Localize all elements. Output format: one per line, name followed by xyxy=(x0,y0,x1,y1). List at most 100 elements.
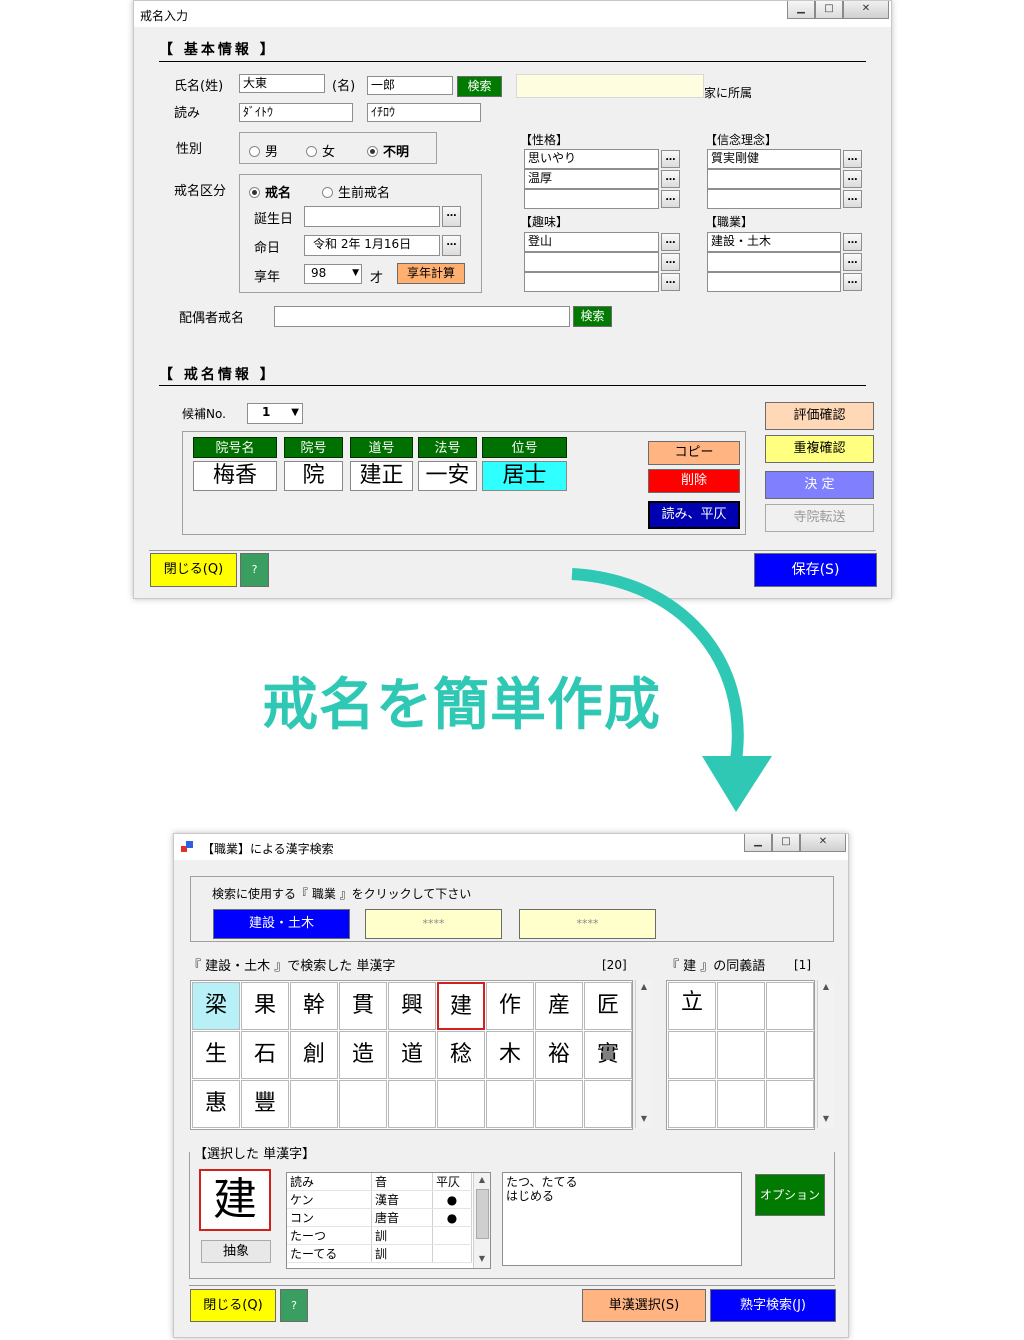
kanji-cell[interactable]: 豐 xyxy=(241,1080,289,1128)
table-row[interactable]: ケン 漢音 ● xyxy=(287,1190,472,1209)
copy-button[interactable]: コピー xyxy=(648,441,740,465)
help-button[interactable]: ? xyxy=(280,1289,308,1322)
kanji-cell[interactable] xyxy=(437,1080,485,1128)
gender-unknown-radio[interactable]: 不明 xyxy=(367,141,409,160)
seikaku-3-button[interactable]: … xyxy=(661,190,680,208)
abstract-button[interactable]: 抽象 xyxy=(201,1240,271,1263)
shinnen-field-2[interactable] xyxy=(707,169,841,189)
spouse-field[interactable] xyxy=(274,306,570,327)
birthday-field[interactable] xyxy=(304,206,440,227)
shumi-1-button[interactable]: … xyxy=(661,233,680,251)
kanji-cell[interactable]: 興 xyxy=(388,982,436,1030)
yomi-scrollbar[interactable]: ▲ ▼ xyxy=(473,1173,490,1268)
kanji-cell[interactable]: 道 xyxy=(388,1031,436,1079)
surname-yomi-field[interactable]: ﾀﾞｲﾄｳ xyxy=(239,103,353,122)
igo-value[interactable]: 居士 xyxy=(482,461,567,491)
kanji-cell[interactable] xyxy=(486,1080,534,1128)
shokugyo-2-button[interactable]: … xyxy=(843,253,862,271)
eval-button[interactable]: 評価確認 xyxy=(765,402,874,430)
seikaku-2-button[interactable]: … xyxy=(661,170,680,188)
seikaku-field-1[interactable]: 思いやり xyxy=(524,149,659,169)
minimize-icon[interactable]: ▁ xyxy=(787,1,815,19)
kanji-cell[interactable]: 石 xyxy=(241,1031,289,1079)
choice-2-button[interactable]: **** xyxy=(365,909,502,939)
single-kanji-select-button[interactable]: 単漢選択(S) xyxy=(582,1289,706,1322)
choice-1-button[interactable]: 建設・土木 xyxy=(213,909,350,939)
shinnen-3-button[interactable]: … xyxy=(843,190,862,208)
table-row[interactable]: コン 唐音 ● xyxy=(287,1208,472,1227)
kanji-cell[interactable] xyxy=(584,1080,632,1128)
kanji-cell[interactable]: 幹 xyxy=(290,982,338,1030)
synonym-cell[interactable] xyxy=(668,1031,716,1079)
seikaku-field-2[interactable]: 温厚 xyxy=(524,169,659,189)
shumi-field-2[interactable] xyxy=(524,252,659,272)
decide-button[interactable]: 決 定 xyxy=(765,471,874,499)
minimize-icon[interactable]: ▁ xyxy=(744,834,772,852)
kanji-cell[interactable]: 木 xyxy=(486,1031,534,1079)
synonym-cell[interactable] xyxy=(717,1031,765,1079)
kanji-cell[interactable]: 實 xyxy=(584,1031,632,1079)
close-icon[interactable]: ✕ xyxy=(800,834,846,852)
kanji-cell[interactable]: 果 xyxy=(241,982,289,1030)
synonym-cell[interactable] xyxy=(717,982,765,1030)
age-select[interactable]: 98 ▼ xyxy=(304,264,362,284)
shinnen-2-button[interactable]: … xyxy=(843,170,862,188)
death-date-field[interactable]: 令和 2年 1月16日 xyxy=(304,235,440,256)
given-yomi-field[interactable]: ｲﾁﾛｳ xyxy=(367,103,481,122)
synonym-cell[interactable] xyxy=(668,1080,716,1128)
shinnen-field-1[interactable]: 質実剛健 xyxy=(707,149,841,169)
scroll-down-icon[interactable]: ▼ xyxy=(820,1114,832,1126)
shokugyo-field-1[interactable]: 建設・土木 xyxy=(707,232,841,252)
close-icon[interactable]: ✕ xyxy=(843,1,889,19)
duplicate-check-button[interactable]: 重複確認 xyxy=(765,435,874,463)
synonym-scrollbar[interactable]: ▲ ▼ xyxy=(817,980,834,1128)
synonym-cell[interactable] xyxy=(766,1031,814,1079)
shokugyo-3-button[interactable]: … xyxy=(843,273,862,291)
maximize-icon[interactable]: □ xyxy=(772,834,800,852)
scroll-up-icon[interactable]: ▲ xyxy=(476,1175,488,1187)
table-row[interactable]: たーつ訓 xyxy=(287,1226,472,1245)
kanji-cell[interactable] xyxy=(388,1080,436,1128)
shumi-2-button[interactable]: … xyxy=(661,253,680,271)
help-button[interactable]: ? xyxy=(240,553,269,587)
shokugyo-1-button[interactable]: … xyxy=(843,233,862,251)
scroll-thumb[interactable] xyxy=(476,1189,489,1239)
spouse-search-button[interactable]: 検索 xyxy=(573,306,612,327)
gender-male-radio[interactable]: 男 xyxy=(249,141,278,160)
kanji-cell[interactable]: 作 xyxy=(486,982,534,1030)
delete-button[interactable]: 削除 xyxy=(648,469,740,493)
shokugyo-field-2[interactable] xyxy=(707,252,841,272)
kanji-cell[interactable] xyxy=(339,1080,387,1128)
death-date-picker-button[interactable]: … xyxy=(442,235,461,256)
candidate-select[interactable]: 1 ▼ xyxy=(247,403,303,424)
yomi-heisoku-button[interactable]: 読み、平仄 xyxy=(648,501,740,529)
shumi-3-button[interactable]: … xyxy=(661,273,680,291)
name-search-button[interactable]: 検索 xyxy=(457,76,502,97)
kanji-cell[interactable]: 建 xyxy=(437,982,485,1030)
hogo-value[interactable]: 一安 xyxy=(418,461,477,491)
kanji-scrollbar[interactable]: ▲ ▼ xyxy=(635,980,652,1128)
ingo-mei-value[interactable]: 梅香 xyxy=(193,461,277,491)
option-button[interactable]: オプション xyxy=(755,1174,825,1216)
seikaku-1-button[interactable]: … xyxy=(661,150,680,168)
given-name-field[interactable]: 一郎 xyxy=(367,76,453,95)
kanji-cell[interactable]: 生 xyxy=(192,1031,240,1079)
chevron-down-icon[interactable]: ▼ xyxy=(352,266,359,281)
synonym-cell[interactable] xyxy=(766,982,814,1030)
maximize-icon[interactable]: □ xyxy=(815,1,843,19)
shumi-field-3[interactable] xyxy=(524,272,659,292)
seizen-kaimyo-radio[interactable]: 生前戒名 xyxy=(322,182,390,201)
synonym-cell[interactable]: 立 xyxy=(668,982,716,1030)
age-calc-button[interactable]: 享年計算 xyxy=(397,263,465,284)
scroll-down-icon[interactable]: ▼ xyxy=(476,1254,488,1266)
dogo-value[interactable]: 建正 xyxy=(350,461,413,491)
chevron-down-icon[interactable]: ▼ xyxy=(291,405,299,420)
kanji-cell[interactable]: 造 xyxy=(339,1031,387,1079)
meaning-box[interactable]: たつ、たてる はじめる xyxy=(502,1172,742,1266)
ingo-value[interactable]: 院 xyxy=(284,461,343,491)
gender-female-radio[interactable]: 女 xyxy=(306,141,335,160)
kanji-cell[interactable]: 稔 xyxy=(437,1031,485,1079)
shinnen-1-button[interactable]: … xyxy=(843,150,862,168)
kanji-cell[interactable]: 貫 xyxy=(339,982,387,1030)
kanji-cell[interactable]: 梁 xyxy=(192,982,240,1030)
